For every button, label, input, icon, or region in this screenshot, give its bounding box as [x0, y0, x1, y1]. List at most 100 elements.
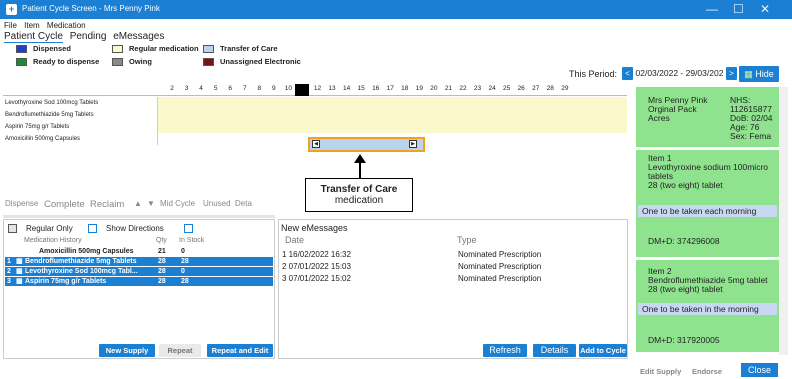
- day-header: 2345678910111213141516171819202122232425…: [3, 84, 627, 96]
- day-number[interactable]: 16: [369, 85, 383, 92]
- day-number[interactable]: 3: [180, 85, 194, 92]
- owing-swatch: [112, 57, 123, 66]
- history-row[interactable]: 1 ▦ Bendroflumethiazide 5mg Tablets 28 2…: [5, 257, 273, 266]
- dispensed-swatch: [16, 44, 27, 53]
- history-name: Bendroflumethiazide 5mg Tablets: [25, 258, 137, 265]
- day-number[interactable]: 13: [325, 85, 339, 92]
- prev-period-button[interactable]: <: [622, 67, 633, 80]
- day-number[interactable]: 21: [441, 85, 455, 92]
- show-directions-box[interactable]: [184, 224, 193, 233]
- emessage-row[interactable]: 1 16/02/2022 16:32 Nominated Prescriptio…: [280, 250, 625, 260]
- day-number[interactable]: 29: [558, 85, 572, 92]
- regular-only-box[interactable]: [88, 224, 97, 233]
- day-number[interactable]: 24: [485, 85, 499, 92]
- dispense-button[interactable]: Dispense: [5, 199, 38, 208]
- emessage-row[interactable]: 2 07/01/2022 15:03 Nominated Prescriptio…: [280, 262, 625, 272]
- next-period-button[interactable]: >: [725, 67, 737, 80]
- day-number[interactable]: 23: [471, 85, 485, 92]
- hide-label: Hide: [755, 69, 774, 79]
- grid-row[interactable]: Aspirin 75mg g/r Tablets: [3, 121, 627, 133]
- new-supply-button[interactable]: New Supply: [99, 344, 155, 357]
- day-number[interactable]: 2: [165, 85, 179, 92]
- day-number[interactable]: 22: [456, 85, 470, 92]
- complete-button[interactable]: Complete: [44, 199, 85, 210]
- close-window-button[interactable]: ✕: [760, 2, 770, 16]
- day-number[interactable]: 15: [354, 85, 368, 92]
- mid-cycle-button[interactable]: Mid Cycle: [160, 199, 195, 208]
- drug-icon: ▦: [16, 258, 23, 265]
- menu-medication[interactable]: Medication: [47, 21, 86, 30]
- day-number[interactable]: 26: [514, 85, 528, 92]
- day-number[interactable]: 28: [543, 85, 557, 92]
- menu-file[interactable]: File: [4, 21, 17, 30]
- patient-panel-scrollbar[interactable]: [779, 87, 788, 355]
- transfer-of-care-block[interactable]: ◀ ▶: [308, 137, 425, 152]
- day-number[interactable]: 27: [529, 85, 543, 92]
- edit-supply-button[interactable]: Edit Supply: [640, 367, 681, 376]
- day-number[interactable]: 25: [500, 85, 514, 92]
- history-name: Levothyroxine Sod 100mcg Tabl...: [25, 268, 138, 275]
- history-row[interactable]: 2 ▦ Levothyroxine Sod 100mcg Tabl... 28 …: [5, 267, 273, 276]
- day-number[interactable]: 5: [209, 85, 223, 92]
- day-number[interactable]: 10: [281, 85, 295, 92]
- day-number[interactable]: 7: [238, 85, 252, 92]
- hide-button[interactable]: ▦ Hide: [739, 66, 779, 82]
- emessages-panel: New eMessages Date Type 1 16/02/2022 16:…: [278, 219, 628, 359]
- details-button[interactable]: Deta: [235, 199, 252, 208]
- day-number[interactable]: 4: [194, 85, 208, 92]
- emessage-row[interactable]: 3 07/01/2022 15:02 Nominated Prescriptio…: [280, 274, 625, 284]
- history-row[interactable]: 3 ▦ Aspirin 75mg g/r Tablets 28 28: [5, 277, 273, 286]
- day-number[interactable]: 6: [223, 85, 237, 92]
- day-number[interactable]: 20: [427, 85, 441, 92]
- medication-history-panel: Regular Only Show Directions Medication …: [3, 219, 275, 359]
- tab-emessages[interactable]: eMessages: [113, 31, 164, 42]
- close-button[interactable]: Close: [741, 363, 778, 377]
- day-number[interactable]: 19: [412, 85, 426, 92]
- history-header-qty: Qty: [156, 237, 167, 244]
- menu-item[interactable]: Item: [24, 21, 40, 30]
- refresh-button[interactable]: Refresh: [483, 344, 527, 357]
- regular-only-checkbox[interactable]: Regular Only: [26, 224, 73, 233]
- grid-row[interactable]: Levothyroxine Sod 100mcg Tablets: [3, 97, 627, 109]
- history-header-name: Medication History: [24, 237, 82, 244]
- repeat-button[interactable]: Repeat: [159, 344, 201, 357]
- show-directions-checkbox[interactable]: Show Directions: [106, 224, 164, 233]
- day-number[interactable]: 17: [383, 85, 397, 92]
- grid-row[interactable]: Bendroflumethiazide 5mg Tablets: [3, 109, 627, 121]
- item-dmd: DM+D: 317920005: [648, 335, 720, 345]
- endorse-button[interactable]: Endorse: [692, 367, 722, 376]
- cycle-cells[interactable]: [158, 97, 627, 109]
- unused-button[interactable]: Unused: [203, 199, 231, 208]
- cycle-cells[interactable]: [158, 109, 627, 121]
- cycle-cells[interactable]: [158, 121, 627, 133]
- day-number[interactable]: 8: [252, 85, 266, 92]
- callout-subtitle: medication: [334, 195, 384, 206]
- add-to-cycle-button[interactable]: Add to Cycle: [579, 344, 627, 357]
- day-number[interactable]: 9: [267, 85, 281, 92]
- toc-end-handle[interactable]: ▶: [409, 140, 417, 148]
- day-number[interactable]: 12: [311, 85, 325, 92]
- tab-pending[interactable]: Pending: [70, 31, 107, 42]
- day-number[interactable]: 14: [340, 85, 354, 92]
- move-down-button[interactable]: ▼: [147, 199, 155, 208]
- minimize-button[interactable]: —: [706, 2, 718, 16]
- move-up-button[interactable]: ▲: [134, 199, 142, 208]
- item-quantity: 28 (two eight) tablet: [648, 284, 723, 294]
- callout-title: Transfer of Care: [320, 184, 398, 195]
- history-name: Aspirin 75mg g/r Tablets: [25, 278, 107, 285]
- day-number[interactable]: 18: [398, 85, 412, 92]
- divider: [3, 215, 275, 218]
- legend-unassigned: Unassigned Electronic: [203, 57, 301, 66]
- reclaim-button[interactable]: Reclaim: [90, 199, 124, 210]
- printer-icon[interactable]: [8, 224, 17, 233]
- medication-name: Bendroflumethiazide 5mg Tablets: [3, 109, 158, 121]
- maximize-button[interactable]: ☐: [733, 2, 744, 16]
- history-num: 2: [7, 268, 11, 275]
- history-header-stock: In Stock: [179, 237, 205, 244]
- tab-patient-cycle[interactable]: Patient Cycle: [4, 31, 63, 43]
- repeat-and-edit-button[interactable]: Repeat and Edit: [207, 344, 273, 357]
- toc-start-handle[interactable]: ◀: [312, 140, 320, 148]
- callout-box: Transfer of Care medication: [305, 178, 413, 212]
- details-emessage-button[interactable]: Details: [533, 344, 576, 357]
- history-row[interactable]: Amoxicillin 500mg Capsules 21 0: [5, 247, 273, 256]
